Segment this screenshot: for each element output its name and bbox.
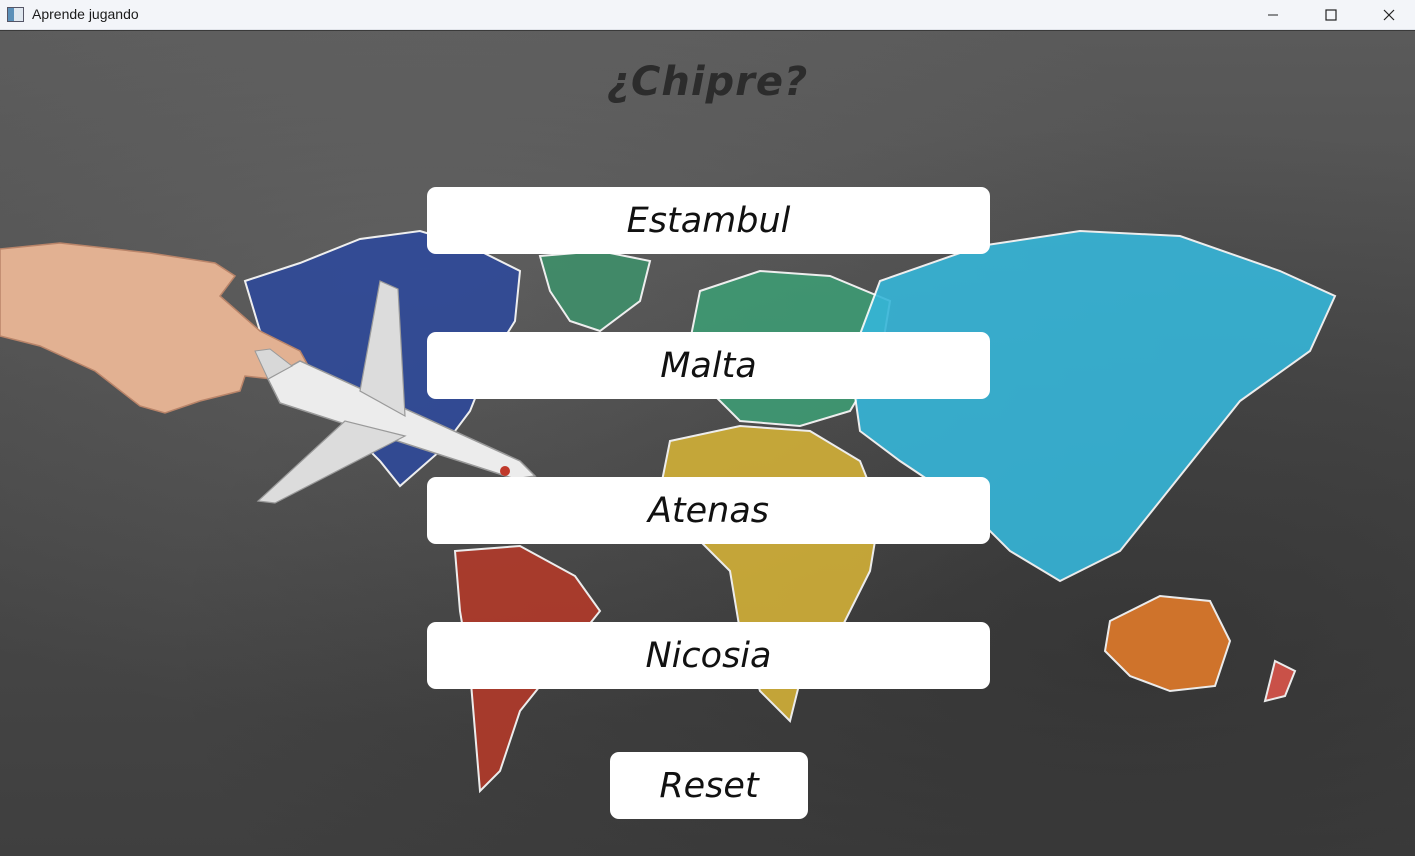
greenland-shape [538, 249, 652, 333]
minimize-button[interactable] [1244, 0, 1302, 30]
australia-shape [1103, 594, 1232, 693]
answer-button-2[interactable]: Malta [427, 332, 990, 399]
close-icon [1383, 9, 1395, 21]
question-title: ¿Chipre? [606, 59, 809, 105]
minimize-icon [1268, 14, 1278, 16]
maximize-icon [1325, 9, 1337, 21]
window-title: Aprende jugando [32, 6, 139, 22]
app-icon [7, 7, 24, 22]
answer-button-1[interactable]: Estambul [427, 187, 990, 254]
answer-button-3[interactable]: Atenas [427, 477, 990, 544]
new-zealand-shape [1263, 659, 1297, 703]
close-button[interactable] [1360, 0, 1415, 30]
answer-button-4[interactable]: Nicosia [427, 622, 990, 689]
maximize-button[interactable] [1302, 0, 1360, 30]
world-map-illustration [0, 229, 1337, 794]
chalkboard-background: ¿Chipre? Estambul Malta Atenas Nicosia R… [0, 31, 1415, 856]
window-titlebar: Aprende jugando [0, 0, 1415, 30]
reset-button[interactable]: Reset [610, 752, 808, 819]
